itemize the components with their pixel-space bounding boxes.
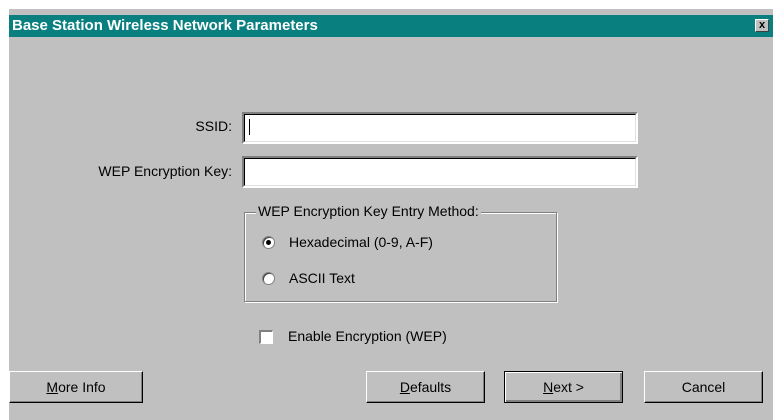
next-button-label: Next > — [543, 378, 584, 395]
radio-selected-dot — [266, 240, 271, 245]
wep-key-input[interactable] — [242, 156, 638, 188]
ssid-input-bevel — [244, 114, 636, 142]
cancel-button[interactable]: Cancel — [644, 371, 763, 403]
entry-method-group — [244, 212, 557, 302]
ssid-input[interactable] — [242, 112, 638, 144]
wep-key-label: WEP Encryption Key: — [98, 163, 232, 179]
ssid-label: SSID: — [195, 118, 232, 134]
radio-ascii-label[interactable]: ASCII Text — [289, 270, 355, 286]
entry-method-group-label: WEP Encryption Key Entry Method: — [256, 203, 481, 219]
radio-ascii[interactable] — [262, 272, 275, 285]
close-icon[interactable]: x — [755, 19, 769, 32]
dialog-window: Base Station Wireless Network Parameters… — [0, 0, 773, 420]
left-edge — [0, 0, 9, 420]
wep-key-input-bevel — [244, 158, 636, 186]
top-edge — [0, 0, 773, 15]
text-caret — [249, 119, 250, 135]
title-bar[interactable]: Base Station Wireless Network Parameters… — [9, 15, 773, 37]
radio-hexadecimal[interactable] — [262, 236, 275, 249]
defaults-button[interactable]: Defaults — [366, 371, 485, 403]
next-button[interactable]: Next > — [504, 371, 623, 403]
dialog-title: Base Station Wireless Network Parameters — [12, 17, 318, 34]
enable-encryption-label[interactable]: Enable Encryption (WEP) — [288, 328, 447, 344]
more-info-button-label: More Info — [46, 378, 106, 395]
defaults-button-label: Defaults — [399, 378, 452, 395]
more-info-button[interactable]: More Info — [9, 371, 143, 403]
enable-encryption-checkbox[interactable] — [259, 330, 273, 344]
radio-hexadecimal-label[interactable]: Hexadecimal (0-9, A-F) — [289, 234, 433, 250]
